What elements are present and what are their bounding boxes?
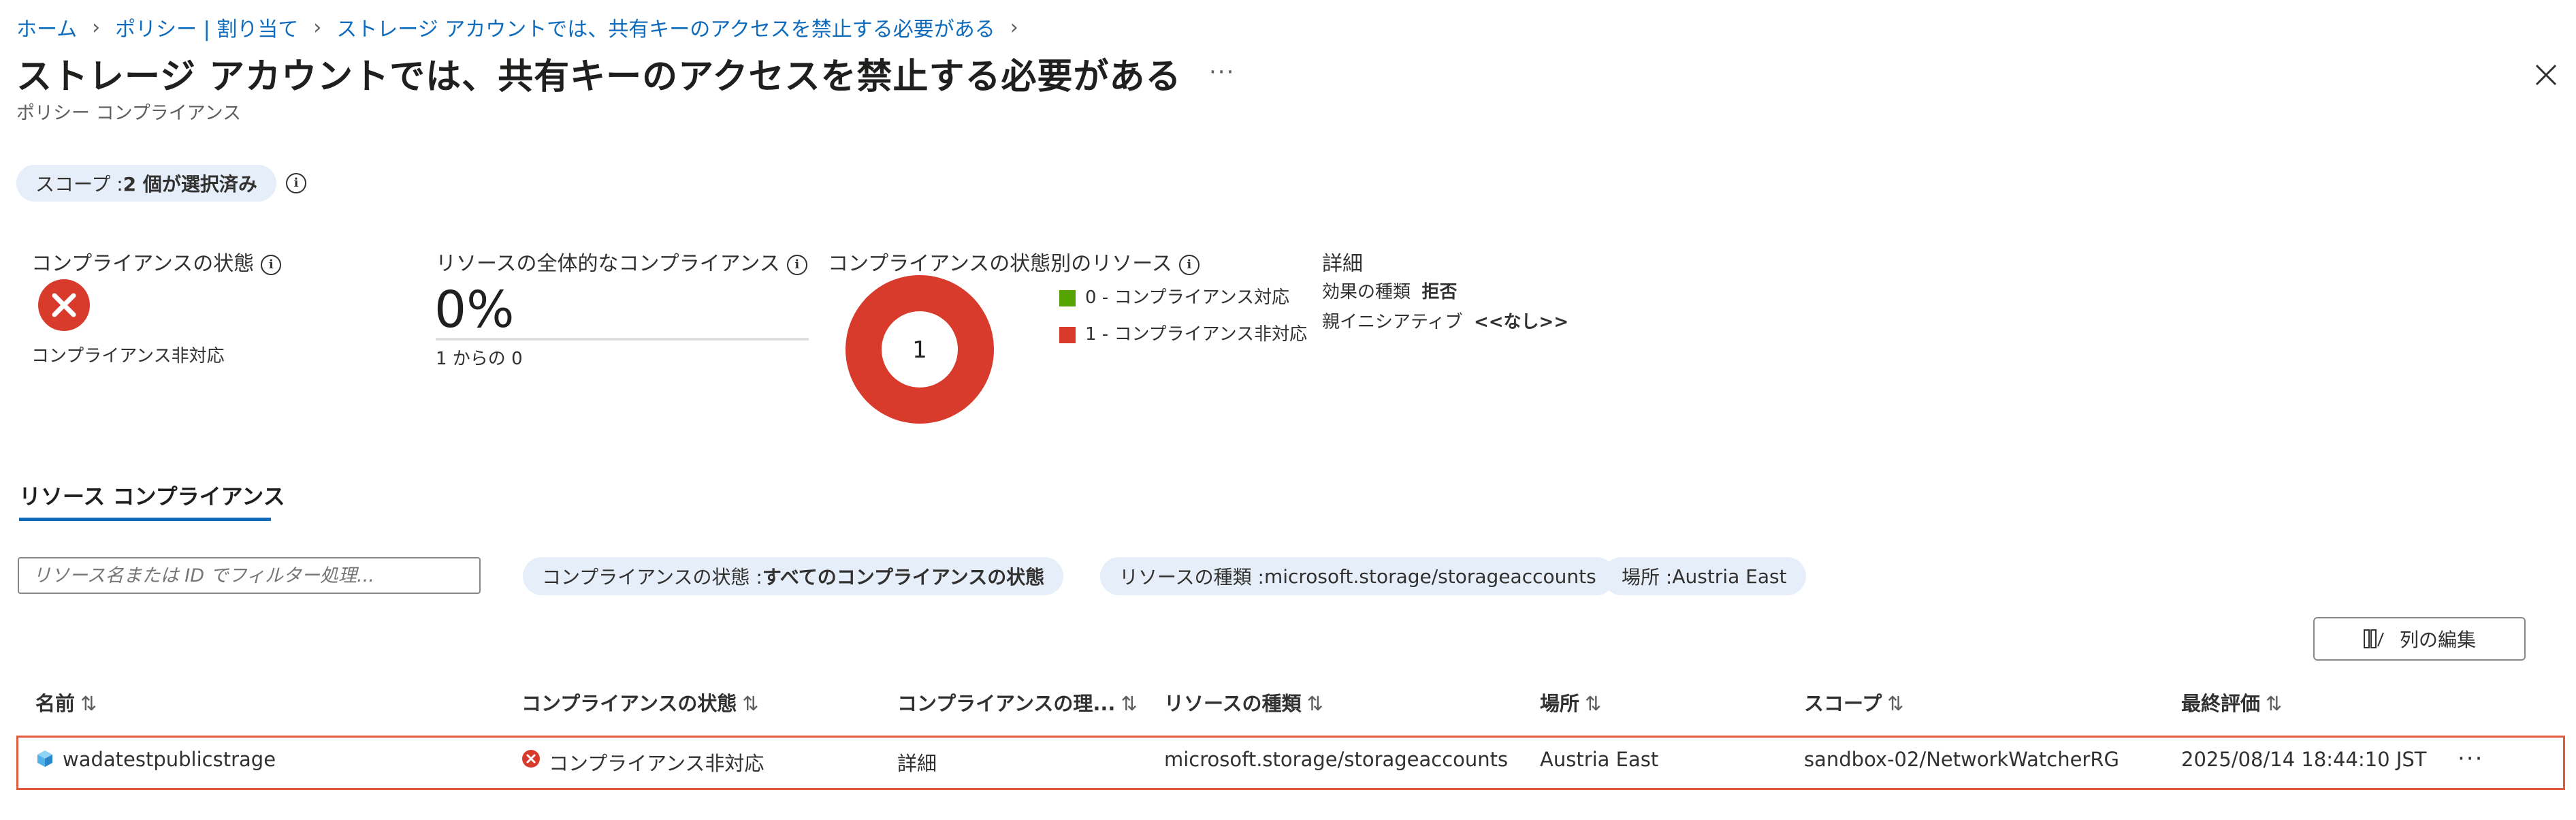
legend-compliant: 0 - コンプライアンス対応 — [1059, 283, 1289, 309]
filter-location[interactable]: 場所 : Austria East — [1603, 557, 1806, 595]
error-icon — [38, 279, 90, 331]
details-label: 詳細 — [1322, 252, 1363, 276]
row-compliance-state: コンプライアンス非対応 — [549, 752, 764, 775]
overall-compliance-label: リソースの全体的なコンプライアンス i — [436, 247, 807, 277]
page-title: ストレージ アカウントでは、共有キーのアクセスを禁止する必要がある — [16, 57, 1182, 97]
row-reason-link[interactable]: 詳細 — [897, 748, 937, 776]
breadcrumb-home[interactable]: ホーム — [16, 12, 77, 42]
chevron-right-icon: › — [313, 15, 322, 40]
column-header-location[interactable]: 場所 ⇅ — [1540, 688, 1601, 716]
breadcrumb-policy[interactable]: ポリシー | 割り当て — [115, 12, 298, 42]
scope-value: 2 個が選択済み — [123, 173, 257, 195]
tab-resource-compliance[interactable]: リソース コンプライアンス — [19, 479, 285, 511]
sort-icon: ⇅ — [80, 692, 97, 715]
column-header-state[interactable]: コンプライアンスの状態 ⇅ — [521, 688, 759, 716]
filter-compliance-state[interactable]: コンプライアンスの状態 : すべてのコンプライアンスの状態 — [523, 557, 1064, 595]
overall-compliance-percent: 0% — [434, 281, 515, 339]
scope-pill[interactable]: スコープ : 2 個が選択済み — [16, 165, 276, 202]
legend-noncompliant: 1 - コンプライアンス非対応 — [1059, 320, 1307, 345]
row-location: Austria East — [1540, 748, 1659, 771]
row-scope: sandbox-02/NetworkWatcherRG — [1804, 748, 2119, 771]
breadcrumb: ホーム › ポリシー | 割り当て › ストレージ アカウントでは、共有キーのア… — [16, 12, 1033, 42]
legend-swatch — [1059, 326, 1076, 343]
sort-icon: ⇅ — [742, 692, 759, 715]
compliance-progress-bar — [436, 338, 809, 341]
filter-resource-type[interactable]: リソースの種類 : microsoft.storage/storageaccou… — [1100, 557, 1615, 595]
sort-icon: ⇅ — [1585, 692, 1602, 715]
page-subtitle: ポリシー コンプライアンス — [16, 103, 242, 124]
parent-initiative: 親イニシアティブ <<なし>> — [1322, 312, 1569, 332]
effect-type: 効果の種類 拒否 — [1322, 282, 1458, 302]
column-header-last-eval[interactable]: 最終評価 ⇅ — [2181, 688, 2282, 716]
edit-columns-button[interactable]: 列の編集 — [2313, 617, 2526, 661]
chevron-right-icon: › — [92, 15, 101, 40]
close-icon[interactable] — [2534, 63, 2558, 87]
compliance-donut-chart: 1 — [846, 275, 994, 424]
breadcrumb-current[interactable]: ストレージ アカウントでは、共有キーのアクセスを禁止する必要がある — [336, 12, 995, 42]
scope-label: スコープ : — [35, 173, 123, 195]
compliance-state-value: コンプライアンス非対応 — [31, 346, 225, 366]
sort-icon: ⇅ — [2266, 692, 2283, 715]
row-resource-type: microsoft.storage/storageaccounts — [1164, 748, 1509, 771]
column-header-type[interactable]: リソースの種類 ⇅ — [1164, 688, 1323, 716]
donut-center-value: 1 — [912, 336, 927, 364]
legend-swatch — [1059, 289, 1076, 306]
columns-icon — [2363, 629, 2384, 648]
info-icon[interactable]: i — [286, 173, 306, 193]
info-icon[interactable]: i — [261, 254, 282, 275]
sort-icon: ⇅ — [1306, 692, 1323, 715]
column-header-scope[interactable]: スコープ ⇅ — [1804, 688, 1904, 716]
storage-account-icon — [37, 751, 52, 767]
sort-icon: ⇅ — [1887, 692, 1904, 715]
filter-input[interactable] — [18, 557, 481, 594]
row-more-button[interactable]: ··· — [2458, 745, 2483, 772]
info-icon[interactable]: i — [1178, 254, 1200, 275]
resource-name-link[interactable]: wadatestpublicstrage — [63, 748, 276, 771]
row-last-eval: 2025/08/14 18:44:10 JST — [2181, 748, 2427, 771]
by-state-label: コンプライアンスの状態別のリソース i — [828, 247, 1200, 277]
tab-underline — [19, 518, 271, 521]
column-header-reason[interactable]: コンプライアンスの理... ⇅ — [897, 688, 1138, 716]
compliance-state-label: コンプライアンスの状態 i — [31, 247, 282, 277]
sort-icon: ⇅ — [1121, 692, 1138, 715]
info-icon[interactable]: i — [786, 254, 807, 275]
error-icon — [522, 750, 540, 768]
more-options-button[interactable]: ··· — [1209, 59, 1235, 86]
overall-compliance-sub: 1 からの 0 — [436, 349, 523, 369]
chevron-right-icon: › — [1010, 15, 1018, 40]
column-header-name[interactable]: 名前 ⇅ — [35, 688, 97, 716]
